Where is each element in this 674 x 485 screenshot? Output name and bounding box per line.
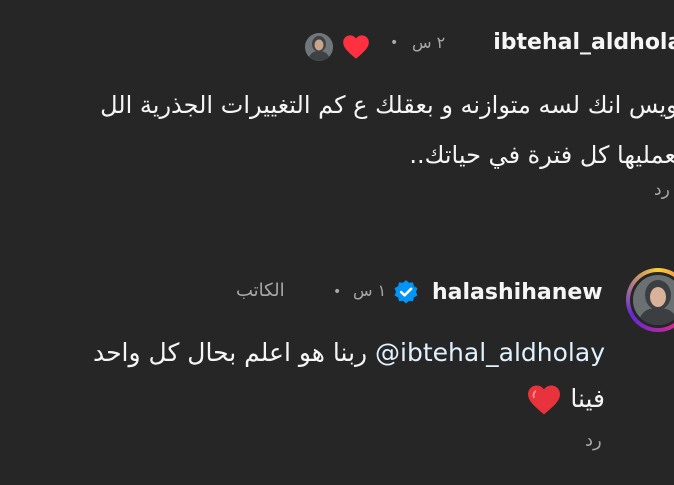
reactor-avatar[interactable] <box>305 33 333 61</box>
comment1-separator: • <box>390 35 399 51</box>
comment2-text: @ibtehal_aldholay ربنا هو اعلم بحال كل و… <box>0 330 605 422</box>
heart-icon <box>342 34 370 60</box>
comment1-text-line1: كويس انك لسه متوازنه و بعقلك ع كم التغيي… <box>100 91 674 119</box>
comment2-text-after-mention: ربنا هو اعلم بحال كل واحد <box>92 338 368 367</box>
comment2-text-line2: فينا <box>0 376 605 422</box>
mention-link[interactable]: @ibtehal_aldholay <box>375 338 605 367</box>
comment1-reply-button[interactable]: رد <box>654 180 670 200</box>
comment2-timestamp: ١ س <box>353 281 387 300</box>
comment1-timestamp: ٢ س <box>412 33 446 52</box>
red-heart-icon <box>526 384 562 416</box>
author-label: الكاتب <box>236 280 285 301</box>
comment2-username[interactable]: halashihanew <box>432 280 603 305</box>
verified-badge-icon <box>392 279 420 307</box>
comment2-separator: • <box>333 284 342 300</box>
comment1-text-line2: بتعمليها كل فترة في حياتك.. <box>409 141 674 169</box>
comment1-username[interactable]: ibtehal_aldholay <box>493 30 674 55</box>
commenter-avatar[interactable] <box>626 268 674 332</box>
comment1-text: كويس انك لسه متوازنه و بعقلك ع كم التغيي… <box>0 80 674 180</box>
comment2-text-line2-text: فينا <box>570 384 605 413</box>
comment2-reply-button[interactable]: رد <box>585 430 602 451</box>
comment2-text-line1: @ibtehal_aldholay ربنا هو اعلم بحال كل و… <box>0 330 605 376</box>
